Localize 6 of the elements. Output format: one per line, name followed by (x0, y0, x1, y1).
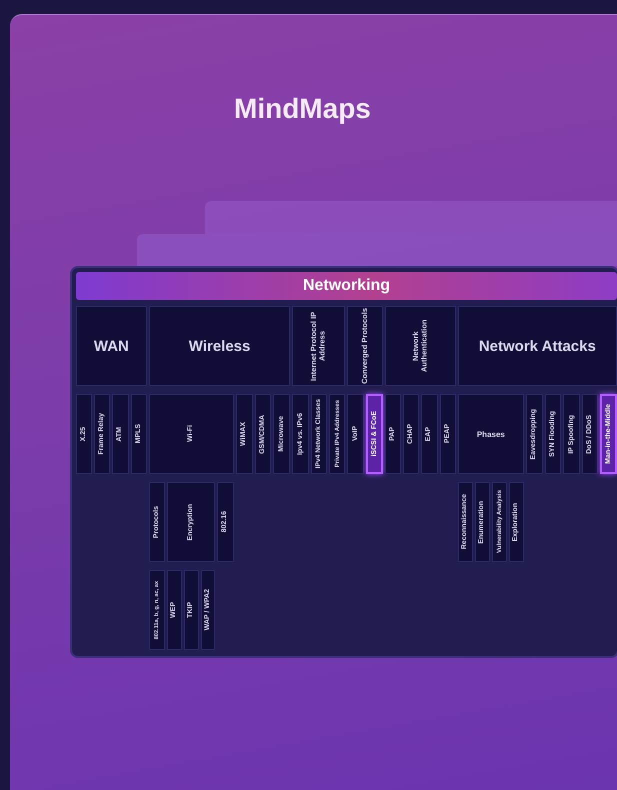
mindmap-node[interactable]: Phases (458, 394, 524, 474)
mindmap-node[interactable]: WAN (76, 306, 147, 386)
page-title: MindMaps (234, 93, 371, 125)
mindmap-node[interactable]: Network Attacks (458, 306, 617, 386)
mindmap-node[interactable]: Wireless (148, 306, 290, 386)
mindmap-root[interactable]: Networking (76, 272, 617, 300)
